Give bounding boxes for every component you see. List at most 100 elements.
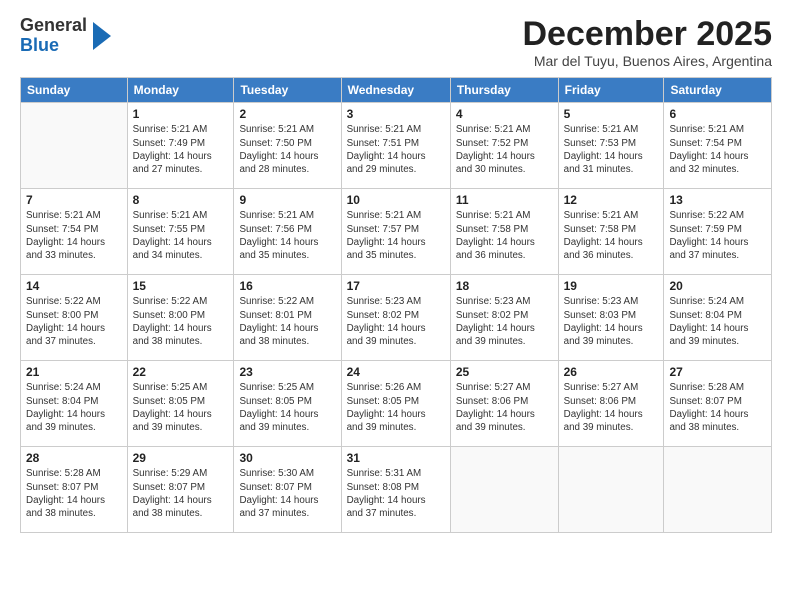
day-info: Sunrise: 5:30 AM Sunset: 8:07 PM Dayligh… <box>239 467 335 520</box>
calendar-cell: 30Sunrise: 5:30 AM Sunset: 8:07 PM Dayli… <box>234 447 341 533</box>
day-info: Sunrise: 5:21 AM Sunset: 7:58 PM Dayligh… <box>456 209 553 262</box>
day-number: 1 <box>133 107 229 121</box>
day-number: 31 <box>347 451 445 465</box>
calendar-cell: 19Sunrise: 5:23 AM Sunset: 8:03 PM Dayli… <box>558 275 664 361</box>
header: General Blue December 2025 Mar del Tuyu,… <box>20 16 772 69</box>
calendar-cell: 4Sunrise: 5:21 AM Sunset: 7:52 PM Daylig… <box>450 103 558 189</box>
logo: General Blue <box>20 16 111 56</box>
calendar-cell: 13 Sunrise: 5:22 AM Sunset: 7:59 PM Dayli… <box>664 189 772 275</box>
calendar-cell: 11Sunrise: 5:21 AM Sunset: 7:58 PM Dayli… <box>450 189 558 275</box>
day-number: 2 <box>239 107 335 121</box>
day-info: Sunrise: 5:21 AM Sunset: 7:52 PM Dayligh… <box>456 123 553 176</box>
day-number: 5 <box>564 107 659 121</box>
day-info: Sunrise: 5:22 AM Sunset: 8:00 PM Dayligh… <box>133 295 229 348</box>
day-number: 15 <box>133 279 229 293</box>
calendar-cell: 28Sunrise: 5:28 AM Sunset: 8:07 PM Dayli… <box>21 447 128 533</box>
month-title: December 2025 <box>522 16 772 53</box>
day-number: 27 <box>669 365 766 379</box>
calendar-cell: 21Sunrise: 5:24 AM Sunset: 8:04 PM Dayli… <box>21 361 128 447</box>
week-row: 14 Sunrise: 5:22 AM Sunset: 8:00 PM Dayli… <box>21 275 772 361</box>
day-number: 13 <box>669 193 766 207</box>
location: Mar del Tuyu, Buenos Aires, Argentina <box>522 53 772 69</box>
weekday-header: Sunday <box>21 78 128 103</box>
day-number: 7 <box>26 193 122 207</box>
calendar-cell: 8 Sunrise: 5:21 AM Sunset: 7:55 PM Daylig… <box>127 189 234 275</box>
calendar-cell: 29 Sunrise: 5:29 AM Sunset: 8:07 PM Dayli… <box>127 447 234 533</box>
day-info: Sunrise: 5:21 AM Sunset: 7:56 PM Dayligh… <box>239 209 335 262</box>
day-info: Sunrise: 5:29 AM Sunset: 8:07 PM Dayligh… <box>133 467 229 520</box>
calendar-cell: 5 Sunrise: 5:21 AM Sunset: 7:53 PM Daylig… <box>558 103 664 189</box>
day-number: 9 <box>239 193 335 207</box>
day-info: Sunrise: 5:21 AM Sunset: 7:51 PM Dayligh… <box>347 123 445 176</box>
calendar-cell: 6 Sunrise: 5:21 AM Sunset: 7:54 PM Daylig… <box>664 103 772 189</box>
weekday-header: Monday <box>127 78 234 103</box>
day-number: 23 <box>239 365 335 379</box>
calendar-cell <box>21 103 128 189</box>
calendar-cell: 16Sunrise: 5:22 AM Sunset: 8:01 PM Dayli… <box>234 275 341 361</box>
weekday-header: Tuesday <box>234 78 341 103</box>
logo-general: General <box>20 16 87 36</box>
calendar-cell: 31 Sunrise: 5:31 AM Sunset: 8:08 PM Dayli… <box>341 447 450 533</box>
calendar-cell: 15 Sunrise: 5:22 AM Sunset: 8:00 PM Dayli… <box>127 275 234 361</box>
calendar-cell: 26Sunrise: 5:27 AM Sunset: 8:06 PM Dayli… <box>558 361 664 447</box>
weekday-header: Friday <box>558 78 664 103</box>
day-info: Sunrise: 5:21 AM Sunset: 7:54 PM Dayligh… <box>669 123 766 176</box>
calendar-cell: 20 Sunrise: 5:24 AM Sunset: 8:04 PM Dayli… <box>664 275 772 361</box>
day-info: Sunrise: 5:21 AM Sunset: 7:55 PM Dayligh… <box>133 209 229 262</box>
day-info: Sunrise: 5:25 AM Sunset: 8:05 PM Dayligh… <box>133 381 229 434</box>
day-number: 14 <box>26 279 122 293</box>
calendar-cell: 23 Sunrise: 5:25 AM Sunset: 8:05 PM Dayli… <box>234 361 341 447</box>
day-number: 22 <box>133 365 229 379</box>
calendar-cell: 9 Sunrise: 5:21 AM Sunset: 7:56 PM Daylig… <box>234 189 341 275</box>
day-info: Sunrise: 5:28 AM Sunset: 8:07 PM Dayligh… <box>669 381 766 434</box>
day-info: Sunrise: 5:21 AM Sunset: 7:57 PM Dayligh… <box>347 209 445 262</box>
day-info: Sunrise: 5:25 AM Sunset: 8:05 PM Dayligh… <box>239 381 335 434</box>
logo-arrow-icon <box>89 22 111 50</box>
weekday-header: Wednesday <box>341 78 450 103</box>
day-number: 12 <box>564 193 659 207</box>
day-number: 19 <box>564 279 659 293</box>
week-row: 21Sunrise: 5:24 AM Sunset: 8:04 PM Dayli… <box>21 361 772 447</box>
day-info: Sunrise: 5:27 AM Sunset: 8:06 PM Dayligh… <box>456 381 553 434</box>
day-info: Sunrise: 5:23 AM Sunset: 8:02 PM Dayligh… <box>456 295 553 348</box>
day-number: 17 <box>347 279 445 293</box>
title-block: December 2025 Mar del Tuyu, Buenos Aires… <box>522 16 772 69</box>
day-info: Sunrise: 5:26 AM Sunset: 8:05 PM Dayligh… <box>347 381 445 434</box>
calendar-cell: 1 Sunrise: 5:21 AM Sunset: 7:49 PM Daylig… <box>127 103 234 189</box>
calendar-cell <box>664 447 772 533</box>
weekday-header-row: SundayMondayTuesdayWednesdayThursdayFrid… <box>21 78 772 103</box>
calendar-cell: 27 Sunrise: 5:28 AM Sunset: 8:07 PM Dayli… <box>664 361 772 447</box>
week-row: 7Sunrise: 5:21 AM Sunset: 7:54 PM Daylig… <box>21 189 772 275</box>
day-number: 6 <box>669 107 766 121</box>
day-number: 29 <box>133 451 229 465</box>
day-number: 20 <box>669 279 766 293</box>
logo-text: General Blue <box>20 16 87 56</box>
calendar-cell: 3Sunrise: 5:21 AM Sunset: 7:51 PM Daylig… <box>341 103 450 189</box>
day-number: 8 <box>133 193 229 207</box>
logo-blue: Blue <box>20 36 87 56</box>
calendar-cell <box>558 447 664 533</box>
calendar: SundayMondayTuesdayWednesdayThursdayFrid… <box>20 77 772 533</box>
calendar-cell: 14 Sunrise: 5:22 AM Sunset: 8:00 PM Dayli… <box>21 275 128 361</box>
day-number: 25 <box>456 365 553 379</box>
day-info: Sunrise: 5:22 AM Sunset: 8:00 PM Dayligh… <box>26 295 122 348</box>
day-info: Sunrise: 5:22 AM Sunset: 7:59 PM Dayligh… <box>669 209 766 262</box>
day-number: 10 <box>347 193 445 207</box>
page: General Blue December 2025 Mar del Tuyu,… <box>0 0 792 612</box>
day-info: Sunrise: 5:28 AM Sunset: 8:07 PM Dayligh… <box>26 467 122 520</box>
day-info: Sunrise: 5:21 AM Sunset: 7:53 PM Dayligh… <box>564 123 659 176</box>
calendar-cell: 24 Sunrise: 5:26 AM Sunset: 8:05 PM Dayli… <box>341 361 450 447</box>
weekday-header: Saturday <box>664 78 772 103</box>
calendar-cell: 17Sunrise: 5:23 AM Sunset: 8:02 PM Dayli… <box>341 275 450 361</box>
day-info: Sunrise: 5:24 AM Sunset: 8:04 PM Dayligh… <box>26 381 122 434</box>
day-number: 18 <box>456 279 553 293</box>
calendar-cell: 18 Sunrise: 5:23 AM Sunset: 8:02 PM Dayli… <box>450 275 558 361</box>
day-number: 24 <box>347 365 445 379</box>
calendar-cell: 2 Sunrise: 5:21 AM Sunset: 7:50 PM Daylig… <box>234 103 341 189</box>
calendar-cell <box>450 447 558 533</box>
day-info: Sunrise: 5:21 AM Sunset: 7:50 PM Dayligh… <box>239 123 335 176</box>
day-info: Sunrise: 5:31 AM Sunset: 8:08 PM Dayligh… <box>347 467 445 520</box>
day-info: Sunrise: 5:24 AM Sunset: 8:04 PM Dayligh… <box>669 295 766 348</box>
calendar-cell: 12Sunrise: 5:21 AM Sunset: 7:58 PM Dayli… <box>558 189 664 275</box>
day-info: Sunrise: 5:21 AM Sunset: 7:49 PM Dayligh… <box>133 123 229 176</box>
